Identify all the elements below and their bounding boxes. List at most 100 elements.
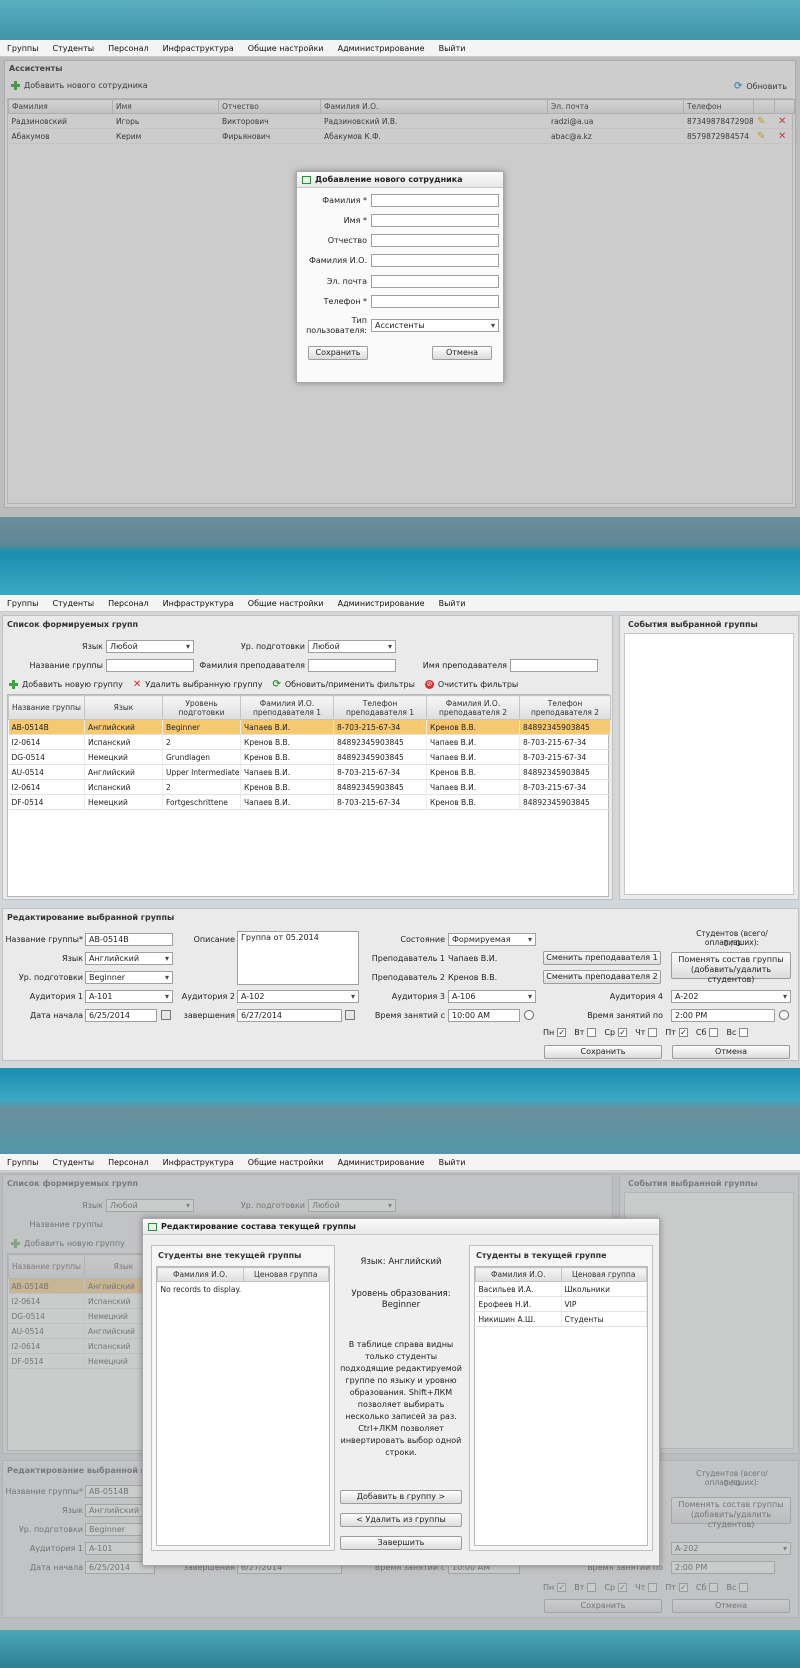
start-date-input[interactable]: 6/25/2014 xyxy=(85,1009,157,1022)
email-input[interactable] xyxy=(371,275,499,288)
fio-input[interactable] xyxy=(371,254,499,267)
clear-filters-button[interactable]: ⊘ Очистить фильтры xyxy=(424,680,518,689)
weekday-checkboxes: Пн ✓ Вт Ср ✓ Чт Пт ✓ Сб Вс xyxy=(543,1028,793,1037)
aud3-select[interactable]: A-106 xyxy=(448,990,536,1003)
user-type-select[interactable]: Ассистенты xyxy=(371,319,499,332)
col-price-group[interactable]: Ценовая группа xyxy=(560,1267,647,1282)
weekday-option[interactable]: Пт ✓ xyxy=(665,1028,688,1037)
menu-admin[interactable]: Администрирование xyxy=(331,599,432,608)
group-name-input[interactable]: AB-0514B xyxy=(85,933,173,946)
menu-exit[interactable]: Выйти xyxy=(432,1158,473,1167)
menu-students[interactable]: Студенты xyxy=(45,599,101,608)
menu-settings[interactable]: Общие настройки xyxy=(241,599,331,608)
time-from-input[interactable]: 10:00 AM xyxy=(448,1009,520,1022)
aud1-select[interactable]: A-101 xyxy=(85,990,173,1003)
save-button[interactable]: Сохранить xyxy=(308,346,368,360)
menu-infrastructure[interactable]: Инфраструктура xyxy=(156,44,241,53)
col-price-group[interactable]: Ценовая группа xyxy=(242,1267,329,1282)
save-group-button[interactable]: Сохранить xyxy=(544,1045,662,1059)
add-to-group-button[interactable]: Добавить в группу > xyxy=(340,1490,462,1504)
col-lang[interactable]: Язык xyxy=(84,695,163,720)
filter-name-input[interactable] xyxy=(106,659,194,672)
col-phone1[interactable]: Телефон преподавателя 1 xyxy=(333,695,427,720)
calendar-icon[interactable] xyxy=(161,1010,171,1020)
col-fio[interactable]: Фамилия И.О. xyxy=(157,1267,244,1282)
menu-students[interactable]: Студенты xyxy=(45,1158,101,1167)
filter-teacher-last-input[interactable] xyxy=(308,659,396,672)
filter-level-select[interactable]: Любой xyxy=(308,640,396,653)
table-row[interactable]: Ерофеев Н.И. VIP xyxy=(475,1296,647,1312)
finish-button[interactable]: Завершить xyxy=(340,1536,462,1550)
menu-staff[interactable]: Персонал xyxy=(101,599,156,608)
lastname-input[interactable] xyxy=(371,194,499,207)
change-group-button[interactable]: Поменять состав группы (добавить/удалить… xyxy=(671,952,791,984)
table-row[interactable]: Васильев И.А. Школьники xyxy=(475,1281,647,1297)
col-group-name[interactable]: Название группы xyxy=(8,695,85,720)
menu-staff[interactable]: Персонал xyxy=(101,44,156,53)
weekday-checkbox[interactable] xyxy=(587,1028,597,1037)
col-teacher2[interactable]: Фамилия И.О. преподавателя 2 xyxy=(426,695,520,720)
col-teacher1[interactable]: Фамилия И.О. преподавателя 1 xyxy=(240,695,334,720)
filter-teacher-first-input[interactable] xyxy=(510,659,598,672)
table-row[interactable]: AU-0514 Английский Upper Intermediate Чапае… xyxy=(8,764,611,780)
firstname-input[interactable] xyxy=(371,214,499,227)
calendar-icon[interactable] xyxy=(345,1010,355,1020)
remove-from-group-button[interactable]: < Удалить из группы xyxy=(340,1513,462,1527)
table-row[interactable]: AB-0514B Английский Beginner Чапаев В.И. 8-7… xyxy=(8,719,611,735)
menu-infrastructure[interactable]: Инфраструктура xyxy=(156,599,241,608)
table-row[interactable]: DG-0514 Немецкий Grundlagen Кренов В.В. 8489… xyxy=(8,749,611,765)
weekday-option[interactable]: Пн ✓ xyxy=(543,1028,567,1037)
description-textarea[interactable]: Группа от 05.2014 xyxy=(237,931,359,985)
menu-exit[interactable]: Выйти xyxy=(432,44,473,53)
clock-icon[interactable] xyxy=(524,1010,534,1020)
menu-settings[interactable]: Общие настройки xyxy=(241,1158,331,1167)
menu-admin[interactable]: Администрирование xyxy=(331,1158,432,1167)
weekday-checkbox[interactable]: ✓ xyxy=(557,1028,567,1037)
menu-admin[interactable]: Администрирование xyxy=(331,44,432,53)
add-group-button[interactable]: Добавить новую группу xyxy=(9,680,123,689)
state-select[interactable]: Формируемая xyxy=(448,933,536,946)
clock-icon[interactable] xyxy=(779,1010,789,1020)
weekday-checkbox[interactable]: ✓ xyxy=(678,1028,688,1037)
table-row[interactable]: I2-0614 Испанский 2 Кренов В.В. 848923459038… xyxy=(8,734,611,750)
menu-groups[interactable]: Группы xyxy=(0,1158,45,1167)
time-to-input[interactable]: 2:00 PM xyxy=(671,1009,775,1022)
col-level[interactable]: Уровень подготовки xyxy=(162,695,241,720)
weekday-label: Пн xyxy=(543,1028,555,1037)
weekday-option[interactable]: Сб xyxy=(696,1028,719,1037)
weekday-checkbox[interactable] xyxy=(709,1028,719,1037)
change-teacher2-button[interactable]: Сменить преподавателя 2 xyxy=(543,970,661,984)
table-row[interactable]: I2-0614 Испанский 2 Кренов В.В. 848923459038… xyxy=(8,779,611,795)
cancel-group-button[interactable]: Отмена xyxy=(672,1045,790,1059)
weekday-option[interactable]: Вт xyxy=(574,1028,597,1037)
col-fio[interactable]: Фамилия И.О. xyxy=(475,1267,562,1282)
lang-select[interactable]: Английский xyxy=(85,952,173,965)
phone-input[interactable] xyxy=(371,295,499,308)
menu-staff[interactable]: Персонал xyxy=(101,1158,156,1167)
weekday-checkbox[interactable]: ✓ xyxy=(618,1028,628,1037)
col-phone2[interactable]: Телефон преподавателя 2 xyxy=(519,695,611,720)
menu-students[interactable]: Студенты xyxy=(45,44,101,53)
menu-groups[interactable]: Группы xyxy=(0,599,45,608)
menu-exit[interactable]: Выйти xyxy=(432,599,473,608)
cancel-button[interactable]: Отмена xyxy=(432,346,492,360)
menu-settings[interactable]: Общие настройки xyxy=(241,44,331,53)
end-date-input[interactable]: 6/27/2014 xyxy=(237,1009,342,1022)
filter-lang-select[interactable]: Любой xyxy=(106,640,194,653)
weekday-option[interactable]: Ср ✓ xyxy=(604,1028,628,1037)
change-teacher1-button[interactable]: Сменить преподавателя 1 xyxy=(543,951,661,965)
delete-group-button[interactable]: ✕ Удалить выбранную группу xyxy=(133,679,263,690)
table-row[interactable]: DF-0514 Немецкий Fortgeschrittene Чапаев В.… xyxy=(8,794,611,810)
apply-filters-button[interactable]: ⟳ Обновить/применить фильтры xyxy=(272,679,414,690)
menu-groups[interactable]: Группы xyxy=(0,44,45,53)
aud2-select[interactable]: A-102 xyxy=(237,990,359,1003)
table-row[interactable]: Никишин А.Ш. Студенты xyxy=(475,1311,647,1327)
aud4-select[interactable]: A-202 xyxy=(671,990,791,1003)
menu-infrastructure[interactable]: Инфраструктура xyxy=(156,1158,241,1167)
weekday-checkbox[interactable] xyxy=(648,1028,658,1037)
weekday-option[interactable]: Вс xyxy=(726,1028,749,1037)
patronymic-input[interactable] xyxy=(371,234,499,247)
level-select[interactable]: Beginner xyxy=(85,971,173,984)
weekday-option[interactable]: Чт xyxy=(635,1028,658,1037)
weekday-checkbox[interactable] xyxy=(739,1028,749,1037)
